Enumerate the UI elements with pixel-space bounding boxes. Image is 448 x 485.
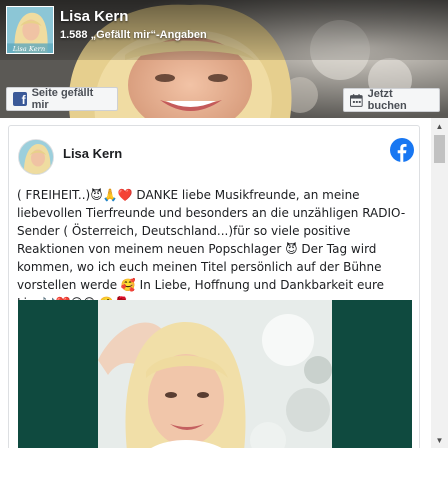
calendar-icon: [350, 93, 363, 107]
post-photo-image: [18, 300, 412, 448]
facebook-logo-icon[interactable]: [390, 138, 414, 162]
feed-post: Lisa Kern ( FREIHEIT..)😈🙏❤️ DANKE liebe …: [8, 125, 420, 448]
scroll-up-arrow[interactable]: ▲: [431, 118, 448, 134]
page-title[interactable]: Lisa Kern: [60, 8, 128, 25]
triangle-down-icon: ▼: [435, 435, 444, 445]
timeline-feed[interactable]: Lisa Kern ( FREIHEIT..)😈🙏❤️ DANKE liebe …: [0, 118, 448, 448]
facebook-f-square-icon: f: [13, 92, 27, 106]
avatar-image: [19, 140, 53, 174]
like-page-button[interactable]: f Seite gefällt mir: [6, 87, 118, 111]
feed-scrollbar[interactable]: ▲ ▼: [431, 118, 448, 448]
blank-footer-area: [0, 448, 448, 485]
page-likes-count: 1.588 „Gefällt mir“-Angaben: [60, 29, 207, 41]
book-now-button[interactable]: Jetzt buchen: [343, 88, 440, 112]
page-profile-thumbnail[interactable]: Lisa Kern: [6, 6, 54, 54]
cover-header: Lisa Kern Lisa Kern 1.588 „Gefällt mir“-…: [0, 0, 448, 118]
scroll-down-arrow[interactable]: ▼: [431, 432, 448, 448]
book-now-button-label: Jetzt buchen: [367, 88, 407, 112]
thumbnail-logo-text: Lisa Kern: [12, 45, 45, 53]
triangle-up-icon: ▲: [435, 121, 444, 131]
like-page-button-label: Seite gefällt mir: [31, 87, 94, 111]
post-author-name[interactable]: Lisa Kern: [63, 146, 122, 161]
scrollbar-thumb[interactable]: [434, 135, 445, 163]
post-photo[interactable]: [18, 300, 412, 448]
profile-thumbnail-image: Lisa Kern: [7, 7, 53, 53]
post-message: ( FREIHEIT..)😈🙏❤️ DANKE liebe Musikfreun…: [17, 188, 406, 310]
post-author-avatar[interactable]: [18, 139, 54, 175]
